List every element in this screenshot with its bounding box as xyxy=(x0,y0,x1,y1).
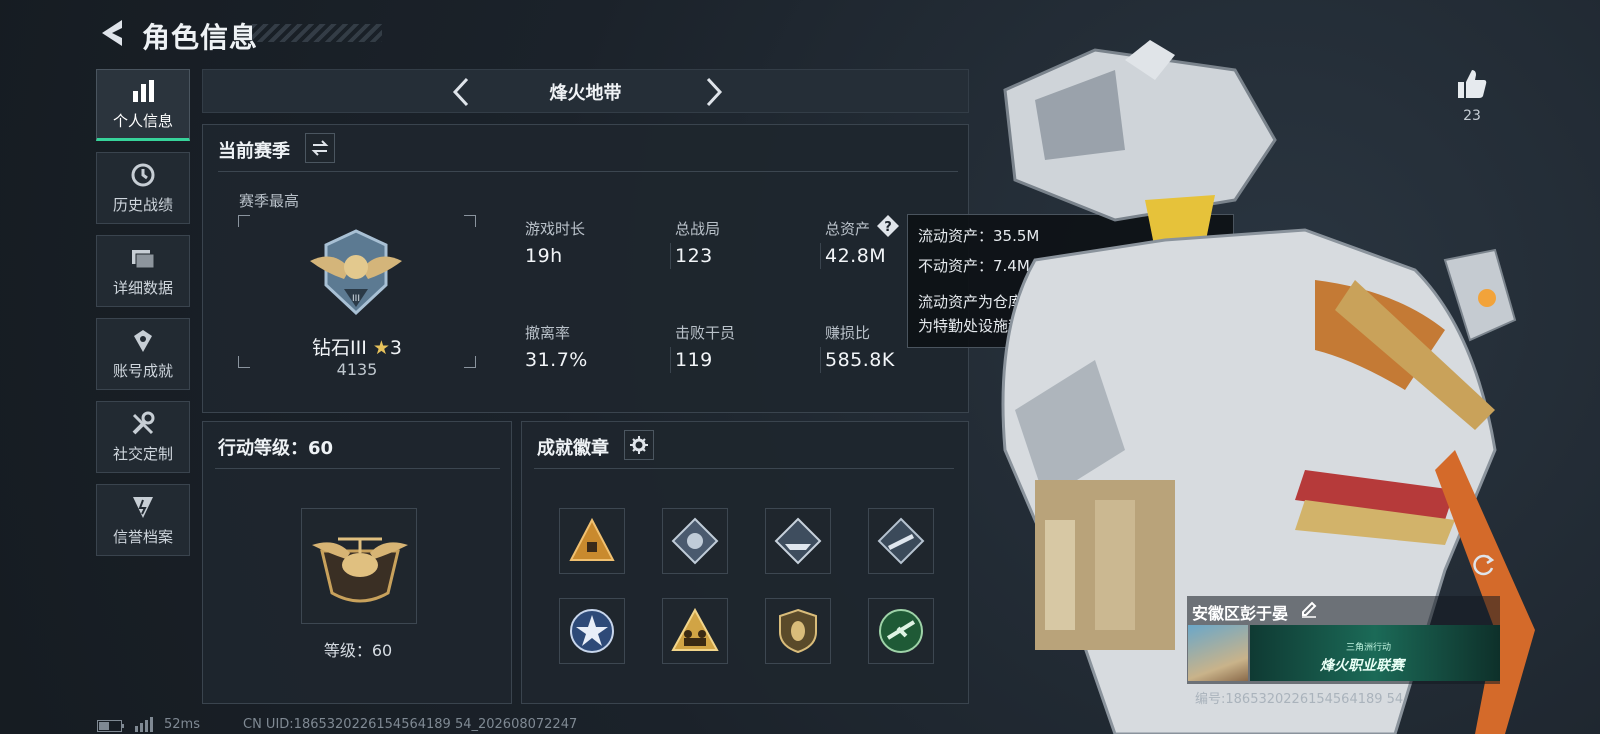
mode-title: 烽火地带 xyxy=(549,83,622,104)
season-best-label: 赛季最高 xyxy=(239,192,300,210)
pyramid-badge-icon xyxy=(569,517,615,561)
badge-pyramid[interactable] xyxy=(559,508,625,574)
player-name: 安徽区彭于晏 xyxy=(1192,604,1289,623)
diamond-rank-emblem-icon: III xyxy=(310,229,402,316)
achievement-badges-panel: 成就徽章 xyxy=(521,421,969,704)
sidebar-item-detailed-data[interactable]: 详细数据 xyxy=(96,235,190,307)
stat-value-profit-ratio: 585.8K xyxy=(825,349,895,371)
rank-stars: 3 xyxy=(389,337,402,359)
stat-value-total-matches: 123 xyxy=(675,245,713,267)
svg-text:III: III xyxy=(352,294,360,304)
league-banner[interactable]: 三角洲行动 烽火职业联赛 xyxy=(1250,625,1500,681)
stat-separator xyxy=(820,347,821,373)
star-badge-icon xyxy=(570,609,614,653)
divider xyxy=(534,468,954,469)
thumbs-up-icon[interactable] xyxy=(1454,66,1490,102)
stat-value-operators-defeated: 119 xyxy=(675,349,713,371)
sidebar-item-achievements[interactable]: 账号成就 xyxy=(96,318,190,390)
banner-subtitle: 三角洲行动 xyxy=(1346,643,1392,653)
bar-chart-icon xyxy=(133,79,154,102)
diamond-badge-icon xyxy=(671,517,719,565)
sidebar-item-history[interactable]: 历史战绩 xyxy=(96,152,190,224)
edit-pencil-icon[interactable] xyxy=(1300,600,1318,618)
like-count: 23 xyxy=(1463,108,1481,124)
svg-text:?: ? xyxy=(884,220,892,235)
achievement-icon xyxy=(134,329,152,352)
sidebar-item-personal-info[interactable]: 个人信息 xyxy=(96,69,190,141)
sidebar-item-social-custom[interactable]: 社交定制 xyxy=(96,401,190,473)
refresh-icon[interactable] xyxy=(1470,552,1496,578)
sidebar-item-label: 社交定制 xyxy=(112,444,173,463)
badges-title: 成就徽章 xyxy=(537,438,609,459)
credit-icon xyxy=(133,496,153,518)
soldiers-badge-icon xyxy=(671,607,719,651)
signal-icon xyxy=(135,717,153,732)
season-title: 当前赛季 xyxy=(218,141,290,162)
shield-badge-icon xyxy=(779,608,817,654)
level-emblem-frame xyxy=(301,508,417,624)
badge-diamond[interactable] xyxy=(662,508,728,574)
ship-badge-icon xyxy=(774,517,822,565)
swap-icon xyxy=(311,140,329,156)
battery-icon xyxy=(97,720,124,732)
stat-label-operators-defeated: 击败干员 xyxy=(675,324,736,342)
stat-value-extraction-rate: 31.7% xyxy=(525,349,588,371)
badge-soldiers[interactable] xyxy=(662,598,728,664)
divider xyxy=(218,171,958,172)
sidebar-item-credit[interactable]: 信誉档案 xyxy=(96,484,190,556)
uid-text: CN UID:1865320226154564189 54_2026080722… xyxy=(243,717,578,732)
stat-value-total-assets: 42.8M xyxy=(825,245,887,267)
question-icon[interactable]: ? xyxy=(876,214,900,238)
stat-separator xyxy=(670,347,671,373)
rocket-badge-icon xyxy=(877,517,925,565)
badge-star[interactable] xyxy=(559,598,625,664)
player-avatar-thumbnail[interactable] xyxy=(1188,625,1248,681)
title-decoration xyxy=(252,24,382,42)
folder-icon xyxy=(132,249,155,268)
badge-ship[interactable] xyxy=(765,508,831,574)
sidebar-item-label: 个人信息 xyxy=(112,111,173,130)
badge-shield[interactable] xyxy=(765,598,831,664)
switch-season-button[interactable] xyxy=(305,133,335,163)
level-caption: 等级：60 xyxy=(323,641,393,660)
rank-name: 钻石III xyxy=(312,337,367,359)
rank-frame: III 钻石III ★3 4135 xyxy=(238,215,476,379)
helicopter-level-emblem-icon xyxy=(312,537,408,603)
tools-icon xyxy=(132,411,155,434)
stat-label-total-assets: 总资产 xyxy=(825,220,871,238)
action-level-panel: 行动等级：60 等级：60 xyxy=(202,421,512,704)
stat-label-extraction-rate: 撤离率 xyxy=(525,324,571,342)
player-id: 编号:1865320226154564189 54 xyxy=(1195,692,1404,707)
badge-plane[interactable] xyxy=(868,598,934,664)
sidebar-item-label: 账号成就 xyxy=(112,361,173,380)
stat-separator xyxy=(820,243,821,269)
history-icon xyxy=(131,163,155,186)
gear-icon xyxy=(630,436,648,454)
sidebar-item-label: 信誉档案 xyxy=(112,527,173,546)
sidebar-item-label: 历史战绩 xyxy=(112,195,173,214)
badge-settings-button[interactable] xyxy=(624,430,654,460)
star-icon: ★ xyxy=(372,337,390,359)
divider xyxy=(215,468,500,469)
action-level-title: 行动等级：60 xyxy=(218,438,334,459)
stat-label-play-time: 游戏时长 xyxy=(525,220,586,238)
stat-label-profit-ratio: 赚损比 xyxy=(825,324,871,342)
stat-separator xyxy=(670,243,671,269)
page-title: 角色信息 xyxy=(142,21,259,54)
stat-value-play-time: 19h xyxy=(525,245,563,267)
ping-text: 52ms xyxy=(164,717,200,732)
banner-title: 烽火职业联赛 xyxy=(1320,658,1404,674)
badge-rocket[interactable] xyxy=(868,508,934,574)
sidebar-item-label: 详细数据 xyxy=(112,278,173,297)
rank-name-row: 钻石III ★3 xyxy=(238,333,476,360)
back-arrow-icon[interactable] xyxy=(96,16,130,50)
rank-points: 4135 xyxy=(336,360,378,379)
stat-label-total-matches: 总战局 xyxy=(675,220,721,238)
mode-selector-bar: 烽火地带 xyxy=(202,69,969,113)
plane-badge-icon xyxy=(879,609,923,653)
next-mode-arrow-icon[interactable] xyxy=(698,76,728,108)
